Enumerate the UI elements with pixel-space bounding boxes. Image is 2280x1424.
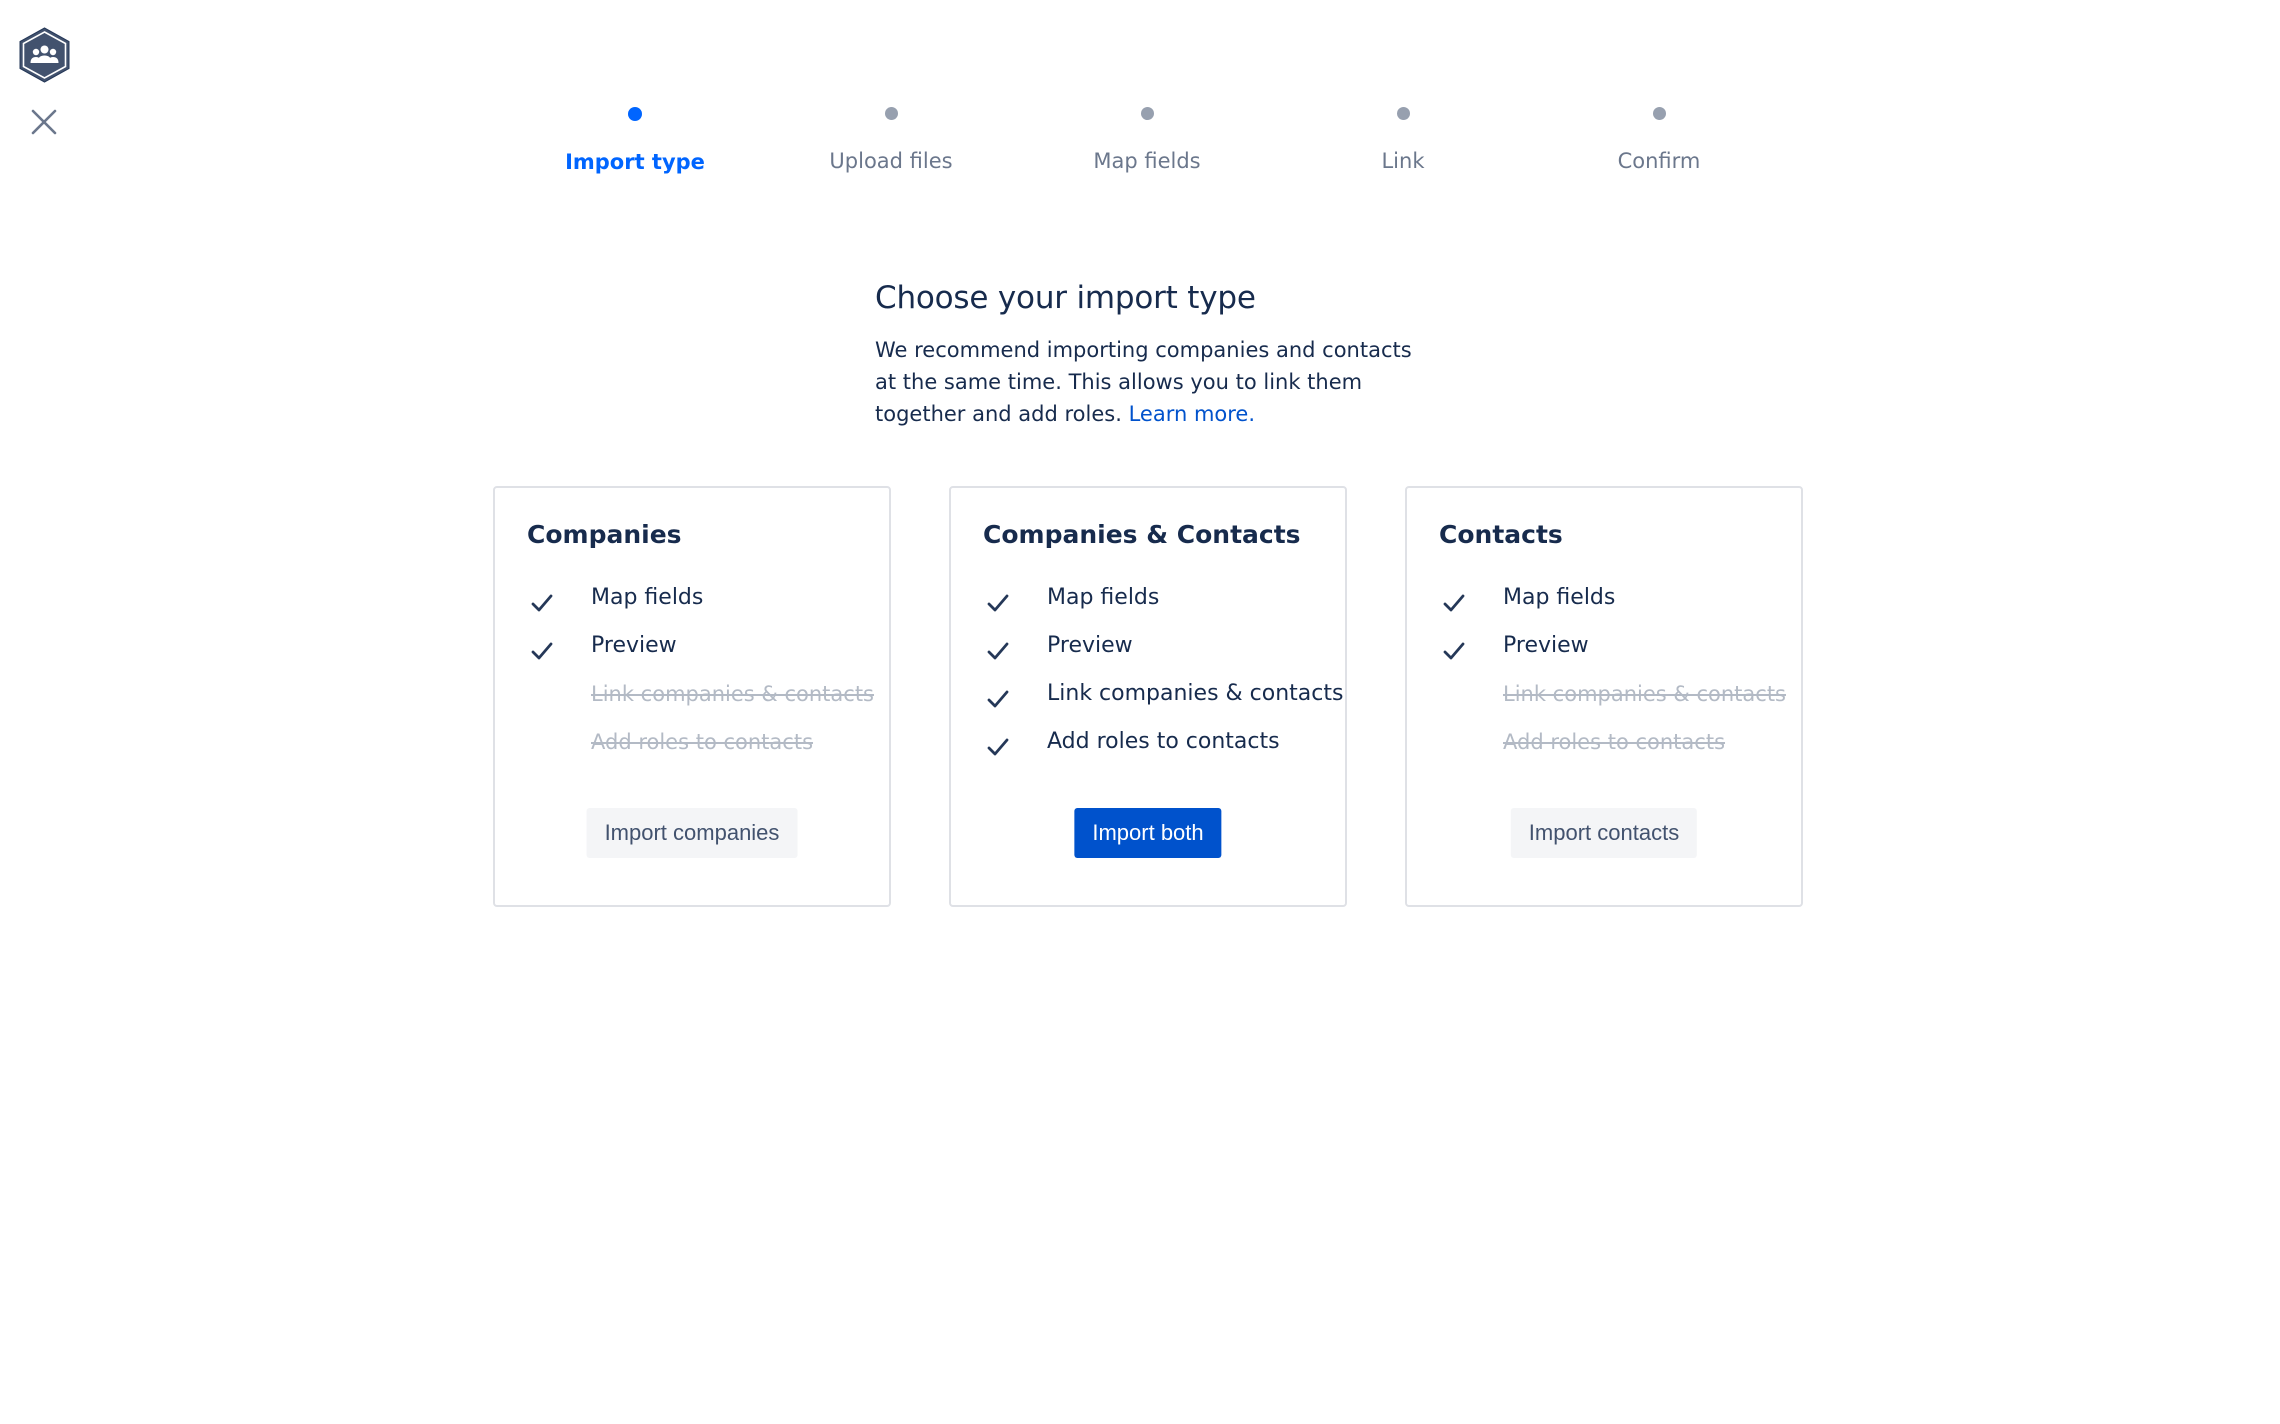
step-label: Confirm <box>1617 149 1701 173</box>
check-icon <box>527 632 559 664</box>
feature-item: Map fields <box>983 584 1343 632</box>
page-title: Choose your import type <box>875 280 1256 316</box>
feature-item: Preview <box>983 632 1343 680</box>
step-dot <box>1652 107 1666 120</box>
check-icon <box>1439 632 1471 664</box>
feature-label: Add roles to contacts <box>1047 729 1280 754</box>
feature-label: Preview <box>1047 633 1133 658</box>
import-card-companies-contacts: Companies & Contacts Map fields Preview … <box>949 486 1347 907</box>
feature-item: Link companies & contacts <box>527 680 874 728</box>
step-map-fields: Map fields <box>1027 100 1267 173</box>
feature-item: Map fields <box>1439 584 1786 632</box>
step-dot <box>1396 107 1410 120</box>
step-label: Upload files <box>829 149 953 173</box>
import-both-button[interactable]: Import both <box>1074 808 1222 858</box>
step-label: Link <box>1381 149 1425 173</box>
feature-item: Map fields <box>527 584 874 632</box>
step-import-type: Import type <box>515 100 755 174</box>
step-label: Map fields <box>1093 149 1201 173</box>
feature-item: Preview <box>1439 632 1786 680</box>
check-icon <box>983 584 1015 616</box>
feature-item: Preview <box>527 632 874 680</box>
check-icon <box>527 584 559 616</box>
feature-label: Map fields <box>1503 585 1616 610</box>
step-dot <box>628 107 642 121</box>
feature-item: Link companies & contacts <box>983 680 1343 728</box>
feature-list: Map fields Preview Link companies & cont… <box>527 584 874 776</box>
feature-label: Add roles to contacts <box>1503 730 1726 754</box>
feature-item: Add roles to contacts <box>983 728 1343 776</box>
check-icon <box>983 680 1015 712</box>
feature-label: Add roles to contacts <box>591 730 814 754</box>
step-upload-files: Upload files <box>771 100 1011 173</box>
feature-item: Add roles to contacts <box>527 728 874 776</box>
feature-label: Preview <box>1503 633 1589 658</box>
feature-label: Link companies & contacts <box>1047 681 1344 706</box>
step-confirm: Confirm <box>1539 100 1779 173</box>
step-link: Link <box>1283 100 1523 173</box>
step-dot <box>884 107 898 120</box>
feature-label: Map fields <box>591 585 704 610</box>
import-card-contacts: Contacts Map fields Preview Link compani… <box>1405 486 1803 907</box>
feature-label: Preview <box>591 633 677 658</box>
check-icon <box>1439 584 1471 616</box>
card-title: Companies <box>527 520 682 549</box>
feature-label: Link companies & contacts <box>1503 682 1786 706</box>
check-icon <box>983 728 1015 760</box>
progress-stepper: Import type Upload files Map fields Link… <box>0 100 2280 190</box>
feature-item: Link companies & contacts <box>1439 680 1786 728</box>
feature-list: Map fields Preview Link companies & cont… <box>1439 584 1786 776</box>
step-label: Import type <box>565 150 705 174</box>
card-title: Companies & Contacts <box>983 520 1301 549</box>
learn-more-link[interactable]: Learn more. <box>1129 402 1255 426</box>
feature-label: Link companies & contacts <box>591 682 874 706</box>
card-title: Contacts <box>1439 520 1563 549</box>
import-companies-button[interactable]: Import companies <box>586 808 798 858</box>
check-icon <box>983 632 1015 664</box>
app-logo-icon <box>18 27 71 83</box>
feature-label: Map fields <box>1047 585 1160 610</box>
intro-description: We recommend importing companies and con… <box>875 334 1435 430</box>
import-contacts-button[interactable]: Import contacts <box>1510 808 1698 858</box>
feature-item: Add roles to contacts <box>1439 728 1786 776</box>
import-card-companies: Companies Map fields Preview Link compan… <box>493 486 891 907</box>
step-dot <box>1140 107 1154 120</box>
intro-section: Choose your import type We recommend imp… <box>875 280 1435 430</box>
feature-list: Map fields Preview Link companies & cont… <box>983 584 1343 776</box>
